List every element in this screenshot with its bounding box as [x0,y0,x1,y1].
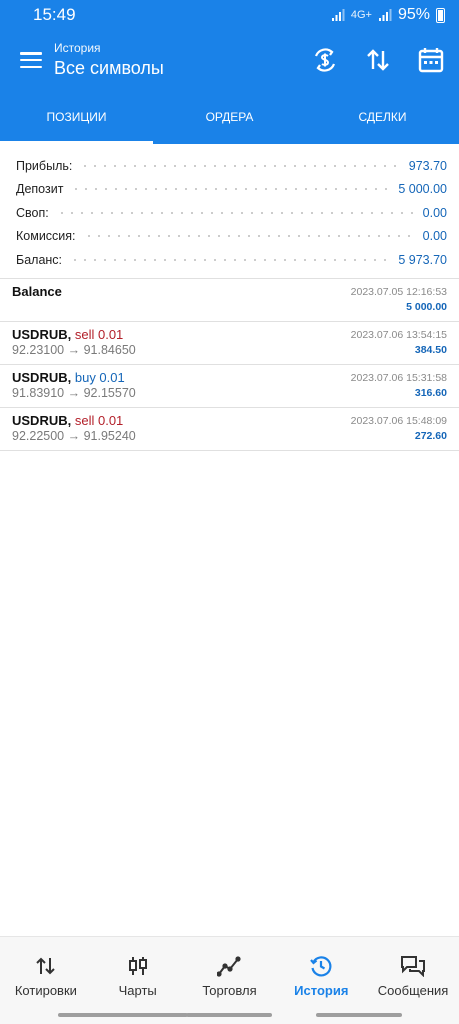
candlestick-icon [128,957,147,975]
deal-profit: 316.60 [414,386,447,399]
dotted-leader [56,210,415,215]
history-icon [310,956,332,977]
currency-exchange-icon[interactable] [311,46,339,74]
wifi-signal-icon [331,9,345,21]
balance-label: Balance [12,283,62,299]
nav-label: История [294,983,349,998]
deal-right: 2023.07.06 13:54:15 384.50 [351,327,447,364]
nav-label: Чарты [118,983,157,998]
summary-row-deposit: Депозит 5 000.00 [16,178,447,202]
calendar-icon[interactable] [417,46,445,74]
balance-entry[interactable]: Balance 2023.07.05 12:16:53 5 000.00 [0,279,459,322]
history-tabs: ПОЗИЦИИ ОРДЕРА СДЕЛКИ [0,90,459,144]
deals-list: Balance 2023.07.05 12:16:53 5 000.00 USD… [0,279,459,451]
summary-label: Своп: [16,205,49,220]
deal-row[interactable]: USDRUB, sell 0.01 92.23100 → 91.84650 20… [0,322,459,365]
sort-icon[interactable] [365,47,391,73]
deal-right: 2023.07.05 12:16:53 5 000.00 [351,284,447,321]
nav-label: Сообщения [377,983,449,998]
deal-prices: 92.22500 → 91.95240 [12,428,136,443]
header-actions [311,46,445,74]
deal-head: USDRUB, sell 0.01 [12,327,136,343]
nav-history[interactable]: История [275,937,367,1024]
deal-right: 2023.07.06 15:31:58 316.60 [351,370,447,407]
summary-value: 0.00 [422,205,447,220]
summary-label: Прибыль: [16,158,73,173]
deal-time: 2023.07.06 13:54:15 [350,328,447,341]
deal-left: USDRUB, buy 0.01 91.83910 → 92.15570 [12,370,136,407]
summary-row-commission: Комиссия: 0.00 [16,225,447,249]
deal-head: USDRUB, sell 0.01 [12,413,136,429]
status-time: 15:49 [33,5,76,24]
summary-value: 973.70 [408,158,447,173]
deal-side: sell 0.01 [74,326,124,342]
cell-signal-icon [378,9,392,21]
tab-orders[interactable]: ОРДЕРА [153,90,306,144]
dotted-leader [80,163,401,168]
tab-deals[interactable]: СДЕЛКИ [306,90,459,144]
battery-icon [436,7,445,23]
deal-left: USDRUB, sell 0.01 92.23100 → 91.84650 [12,327,136,364]
dotted-leader [83,234,415,239]
deal-right: 2023.07.06 15:48:09 272.60 [351,413,447,450]
header-subtitle: История [54,41,101,55]
dotted-leader [70,257,391,262]
network-type: 4G+ [350,9,372,21]
deal-symbol: USDRUB, [12,326,72,342]
deal-profit: 384.50 [414,343,447,356]
summary-label: Комиссия: [16,229,76,244]
battery-percent: 95% [397,6,430,23]
deal-symbol: USDRUB, [12,412,72,428]
deal-time: 2023.07.06 15:48:09 [350,414,447,427]
deal-prices: 91.83910 → 92.15570 [12,385,136,400]
nav-charts[interactable]: Чарты [92,937,184,1024]
summary-row-profit: Прибыль: 973.70 [16,154,447,178]
summary-value: 0.00 [422,229,447,244]
summary-label: Депозит [16,182,64,197]
app-bar: История Все символы [0,30,459,90]
status-bar: 15:49 4G+ 95% [0,0,459,30]
deal-prices: 92.23100 → 91.84650 [12,342,136,357]
gesture-bar-center [186,1013,272,1017]
menu-icon[interactable] [20,52,42,68]
summary-label: Баланс: [16,252,63,267]
summary-panel: Прибыль: 973.70 Депозит 5 000.00 Своп: 0… [0,144,459,279]
deal-amount: 5 000.00 [406,300,447,313]
status-indicators: 4G+ 95% [331,6,445,24]
header-titles: История Все символы [54,41,311,79]
deal-left: Balance [12,284,62,321]
bottom-navigation: Котировки Чарты Торговля История Сообщен… [0,936,459,1024]
summary-row-swap: Своп: 0.00 [16,201,447,225]
dotted-leader [71,187,391,192]
summary-value: 5 973.70 [398,252,447,267]
deal-time: 2023.07.05 12:16:53 [350,285,447,298]
nav-quotes[interactable]: Котировки [0,937,92,1024]
tab-positions[interactable]: ПОЗИЦИИ [0,90,153,144]
nav-trade[interactable]: Торговля [184,937,276,1024]
gesture-bar-right [316,1013,402,1017]
summary-value: 5 000.00 [398,182,447,197]
nav-messages[interactable]: Сообщения [367,937,459,1024]
deal-symbol: USDRUB, [12,369,72,385]
messages-icon [401,956,426,977]
deal-head: USDRUB, buy 0.01 [12,370,136,386]
quotes-icon [36,957,55,975]
gesture-bar-left [58,1013,188,1017]
deal-side: buy 0.01 [74,369,125,385]
summary-row-balance: Баланс: 5 973.70 [16,248,447,272]
deal-row[interactable]: USDRUB, sell 0.01 92.22500 → 91.95240 20… [0,408,459,451]
nav-label: Торговля [202,983,257,998]
trade-icon [217,956,242,977]
symbol-filter[interactable]: Все символы [54,58,311,79]
deal-profit: 272.60 [414,429,447,442]
deal-time: 2023.07.06 15:31:58 [350,371,447,384]
nav-label: Котировки [14,983,77,998]
deal-side: sell 0.01 [74,412,124,428]
deal-row[interactable]: USDRUB, buy 0.01 91.83910 → 92.15570 202… [0,365,459,408]
deal-left: USDRUB, sell 0.01 92.22500 → 91.95240 [12,413,136,450]
